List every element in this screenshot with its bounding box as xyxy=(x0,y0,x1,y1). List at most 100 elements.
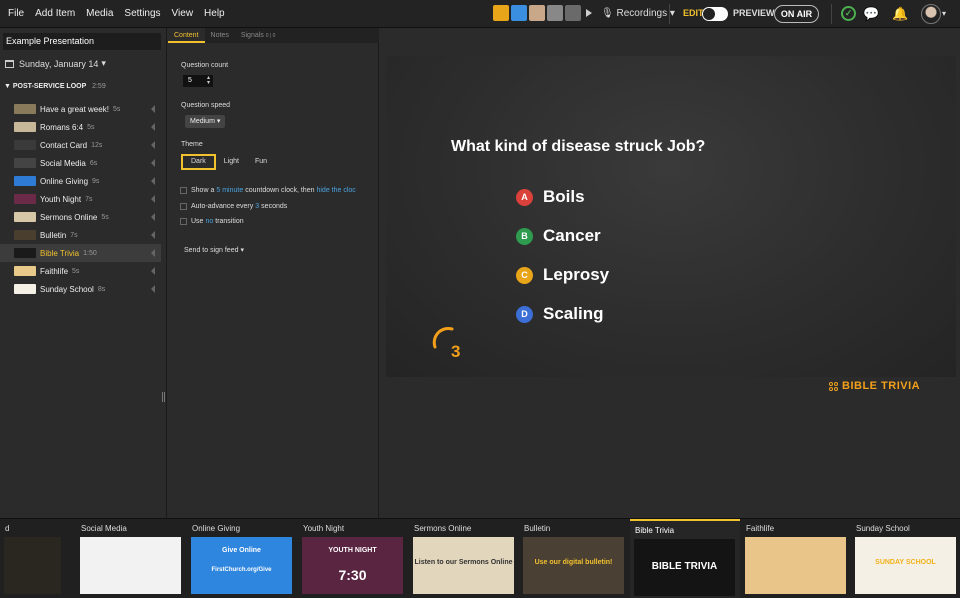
media-thumb[interactable] xyxy=(565,5,581,21)
answer-letter: B xyxy=(516,227,533,245)
strip-caption: Online Giving xyxy=(192,524,241,533)
transition-link[interactable]: no xyxy=(205,218,213,225)
loop-header[interactable]: ▼ POST-SERVICE LOOP 2:59 xyxy=(4,83,106,90)
strip-slide[interactable]: Sermons Online Listen to our Sermons Onli… xyxy=(409,519,519,598)
media-thumb[interactable] xyxy=(493,5,509,21)
theme-label: Theme xyxy=(181,141,203,148)
strip-slide[interactable]: Bible Trivia BIBLE TRIVIA xyxy=(630,519,740,598)
menu-help[interactable]: Help xyxy=(204,8,225,19)
check-icon[interactable]: ✓ xyxy=(841,6,856,21)
answer-b: B Cancer xyxy=(516,226,601,246)
theme-dark-button[interactable]: Dark xyxy=(181,154,216,170)
date-selector[interactable]: Sunday, January 14 ▾ xyxy=(5,58,106,69)
question-speed-select[interactable]: Medium ▾ xyxy=(185,115,226,128)
chat-icon[interactable]: 💬 xyxy=(863,6,879,22)
loop-item[interactable]: Faithlife 5s xyxy=(0,262,161,280)
trivia-question: What kind of disease struck Job? xyxy=(451,138,706,155)
strip-slide[interactable]: Online Giving Give Online FirstChurch.org/… xyxy=(187,519,297,598)
answer-text: Cancer xyxy=(543,226,601,245)
loop-item[interactable]: Romans 6:4 5s xyxy=(0,118,161,136)
item-settings-panel: Content Notes Signals 0 | 0 Question coun… xyxy=(168,28,379,518)
theme-fun-button[interactable]: Fun xyxy=(247,154,275,170)
theme-light-button[interactable]: Light xyxy=(216,154,247,170)
presentation-title[interactable]: Example Presentation xyxy=(3,33,161,50)
strip-slide[interactable]: Faithlife xyxy=(741,519,851,598)
menu-add-item[interactable]: Add Item xyxy=(35,8,75,19)
chevron-left-icon[interactable] xyxy=(151,231,155,239)
loop-item[interactable]: Sunday School 8s xyxy=(0,280,161,298)
divider xyxy=(669,4,670,24)
menu-view[interactable]: View xyxy=(172,8,194,19)
question-count-value: 5 xyxy=(188,77,192,84)
strip-slide[interactable]: Social Media xyxy=(76,519,186,598)
item-thumbnail xyxy=(14,212,36,222)
avatar[interactable] xyxy=(921,4,941,24)
edit-label: EDIT xyxy=(683,8,704,18)
loop-item[interactable]: Contact Card 12s xyxy=(0,136,161,154)
countdown-minutes-link[interactable]: 5 minute xyxy=(216,187,243,194)
play-icon[interactable] xyxy=(586,9,592,17)
loop-item[interactable]: Youth Night 7s xyxy=(0,190,161,208)
send-to-sign-feed-dropdown[interactable]: Send to sign feed ▾ xyxy=(184,246,244,254)
stepper-arrows-icon[interactable]: ▴ ▾ xyxy=(207,75,210,86)
strip-slide[interactable]: Sunday School SUNDAY SCHOOL xyxy=(851,519,960,598)
loop-item[interactable]: Bible Trivia 1:50 xyxy=(0,244,161,262)
strip-slide[interactable]: Bulletin Use our digital bulletin! xyxy=(519,519,629,598)
chevron-left-icon[interactable] xyxy=(151,195,155,203)
trivia-slide[interactable]: What kind of disease struck Job? A Boils… xyxy=(386,56,956,392)
menu-settings[interactable]: Settings xyxy=(124,8,160,19)
loop-item[interactable]: Online Giving 9s xyxy=(0,172,161,190)
chevron-left-icon[interactable] xyxy=(151,249,155,257)
chevron-down-icon: ▾ xyxy=(216,118,221,125)
item-duration: 1:50 xyxy=(83,249,97,257)
media-thumb[interactable] xyxy=(511,5,527,21)
strip-thumbnail xyxy=(4,537,61,594)
timer-value: 3 xyxy=(451,342,461,361)
app-window: File Add Item Media Settings View Help 🎙… xyxy=(0,0,960,598)
item-name: Youth Night xyxy=(40,194,82,204)
countdown-text-mid: countdown clock, then xyxy=(245,187,315,194)
question-count-stepper[interactable]: 5 ▴ ▾ xyxy=(183,75,213,87)
chevron-left-icon[interactable] xyxy=(151,213,155,221)
answer-c: C Leprosy xyxy=(516,265,609,285)
loop-item[interactable]: Bulletin 7s xyxy=(0,226,161,244)
edit-preview-toggle[interactable] xyxy=(702,7,728,21)
tab-notes[interactable]: Notes xyxy=(205,28,235,43)
menu-bar: File Add Item Media Settings View Help xyxy=(0,8,236,19)
strip-caption: Sermons Online xyxy=(414,524,472,533)
answer-letter: C xyxy=(516,266,533,284)
item-duration: 12s xyxy=(91,141,103,149)
chevron-left-icon[interactable] xyxy=(151,285,155,293)
chevron-left-icon[interactable] xyxy=(151,267,155,275)
tab-signals[interactable]: Signals 0 | 0 xyxy=(235,28,282,43)
autoadvance-seconds-link[interactable]: 3 xyxy=(255,203,259,210)
loop-item[interactable]: Sermons Online 5s xyxy=(0,208,161,226)
tab-content[interactable]: Content xyxy=(168,28,205,43)
chevron-left-icon[interactable] xyxy=(151,141,155,149)
hide-clock-link[interactable]: hide the cloc xyxy=(316,187,355,194)
countdown-checkbox[interactable] xyxy=(180,187,187,194)
strip-slide[interactable]: Youth Night YOUTH NIGHT 7:30 xyxy=(298,519,408,598)
loop-item[interactable]: Social Media 6s xyxy=(0,154,161,172)
recordings-dropdown[interactable]: 🎙 Recordings ▾ xyxy=(601,8,675,19)
media-thumb[interactable] xyxy=(529,5,545,21)
menu-file[interactable]: File xyxy=(8,8,24,19)
loop-item[interactable]: Have a great week! 5s xyxy=(0,100,161,118)
transition-checkbox[interactable] xyxy=(180,218,187,225)
bell-icon[interactable]: 🔔 xyxy=(892,6,908,22)
chevron-left-icon[interactable] xyxy=(151,123,155,131)
resize-handle[interactable] xyxy=(162,392,165,402)
chevron-left-icon[interactable] xyxy=(151,159,155,167)
strip-thumbnail: Give Online FirstChurch.org/Give xyxy=(191,537,292,594)
timer-arc-icon xyxy=(432,327,454,349)
autoadvance-checkbox[interactable] xyxy=(180,203,187,210)
answer-a: A Boils xyxy=(516,187,585,207)
loop-items: Have a great week! 5s Romans 6:4 5s Contact … xyxy=(0,100,161,298)
chevron-left-icon[interactable] xyxy=(151,105,155,113)
media-thumb[interactable] xyxy=(547,5,563,21)
item-thumbnail xyxy=(14,284,36,294)
on-air-button[interactable]: ON AIR xyxy=(774,5,819,23)
chevron-left-icon[interactable] xyxy=(151,177,155,185)
chevron-down-icon[interactable]: ▾ xyxy=(942,9,946,18)
menu-media[interactable]: Media xyxy=(86,8,113,19)
